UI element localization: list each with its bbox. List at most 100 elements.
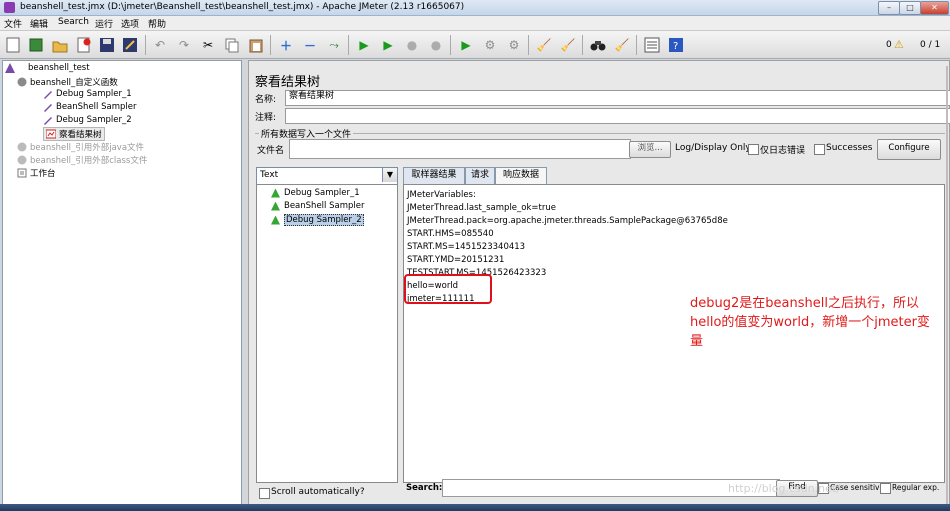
search-binoculars-icon[interactable] (588, 35, 608, 55)
success-icon (271, 201, 280, 211)
thread-group-icon (17, 155, 27, 165)
name-field[interactable]: 察看结果树 (285, 90, 950, 106)
close-file-icon[interactable] (74, 35, 94, 55)
page-title: 察看结果树 (255, 75, 321, 90)
tree-node-debug-sampler-2[interactable]: Debug Sampler_2 (43, 115, 132, 125)
toolbar-separator (582, 35, 583, 55)
minimize-button[interactable]: – (878, 1, 900, 15)
successes-checkbox[interactable] (814, 144, 825, 155)
templates-icon[interactable] (26, 35, 46, 55)
tree-node-test-plan[interactable]: beanshell_test (5, 63, 90, 73)
tree-node-view-results-tree[interactable]: 察看结果树 (43, 127, 105, 141)
comment-field[interactable] (285, 108, 950, 124)
tree-node-debug-sampler-1[interactable]: Debug Sampler_1 (43, 89, 132, 99)
clear-icon[interactable]: 🧹 (534, 35, 554, 55)
result-item-debug-sampler-2[interactable]: Debug Sampler_2 (271, 214, 364, 226)
svg-text:?: ? (673, 41, 678, 52)
cut-icon[interactable]: ✂ (198, 35, 218, 55)
response-line: JMeterVariables: (407, 190, 476, 200)
close-button[interactable]: ✕ (920, 1, 949, 15)
thread-group-icon (17, 142, 27, 152)
filename-label: 文件名 (257, 146, 285, 156)
watermark: http://blog.csdn.net/ (728, 482, 840, 495)
regex-checkbox[interactable] (880, 483, 891, 494)
tree-node-beanshell-sampler[interactable]: BeanShell Sampler (43, 102, 136, 112)
errors-only-checkbox[interactable] (748, 144, 759, 155)
new-icon[interactable] (3, 35, 23, 55)
tree-node-thread-group-java[interactable]: beanshell_引用外部java文件 (17, 141, 144, 153)
stop-icon[interactable]: ● (402, 35, 422, 55)
toolbar-separator (145, 35, 146, 55)
expand-all-icon[interactable]: ＋ (276, 35, 296, 55)
scroll-auto-checkbox[interactable] (259, 488, 270, 499)
remote-shutdown-icon[interactable]: ⚙ (504, 35, 524, 55)
open-icon[interactable] (50, 35, 70, 55)
chevron-down-icon[interactable]: ▼ (382, 168, 397, 182)
browse-button[interactable]: 浏览... (629, 141, 671, 158)
toolbar-separator (528, 35, 529, 55)
menu-edit[interactable]: 编辑 (30, 17, 48, 30)
function-helper-icon[interactable] (642, 35, 662, 55)
tab-request[interactable]: 请求 (465, 167, 495, 184)
reset-search-icon[interactable]: 🧹 (612, 35, 632, 55)
group-border (255, 133, 945, 134)
result-item-beanshell-sampler[interactable]: BeanShell Sampler (271, 201, 364, 211)
scroll-auto-label: Scroll automatically? (271, 487, 365, 497)
shutdown-icon[interactable]: ● (426, 35, 446, 55)
taskbar (0, 504, 950, 511)
redo-icon[interactable]: ↷ (174, 35, 194, 55)
tab-response-data[interactable]: 响应数据 (495, 167, 547, 185)
toolbar-separator (348, 35, 349, 55)
toggle-icon[interactable]: ⤳ (324, 35, 344, 55)
sampler-pencil-icon (43, 89, 53, 99)
successes-label: Successes (826, 143, 873, 153)
jmeter-feather-icon (4, 2, 15, 13)
success-icon (271, 215, 280, 225)
clear-all-icon[interactable]: 🧹 (558, 35, 578, 55)
response-data-pane[interactable]: JMeterVariables: JMeterThread.last_sampl… (403, 184, 945, 483)
tree-node-workbench[interactable]: 工作台 (17, 167, 56, 179)
errors-only-label: 仅日志错误 (760, 146, 806, 156)
menu-run[interactable]: 运行 (95, 17, 113, 30)
undo-icon[interactable]: ↶ (150, 35, 170, 55)
help-icon[interactable]: ? (666, 35, 686, 55)
menu-search[interactable]: Search (58, 17, 89, 27)
test-plan-tree: beanshell_test beanshell_自定义函数 Debug Sam… (2, 60, 242, 511)
window-title: beanshell_test.jmx (D:\jmeter\Beanshell_… (20, 2, 465, 12)
search-label: Search: (406, 483, 443, 493)
regex-label: Regular exp. (892, 483, 940, 492)
sampler-pencil-icon (43, 102, 53, 112)
maximize-button[interactable]: □ (899, 1, 921, 15)
test-plan-icon (5, 63, 15, 73)
warning-icon[interactable]: ⚠ (894, 38, 904, 51)
menu-help[interactable]: 帮助 (148, 17, 166, 30)
start-no-pauses-icon[interactable]: ▶ (378, 35, 398, 55)
workbench-icon (17, 168, 27, 178)
sampler-pencil-icon (43, 115, 53, 125)
annotation-text: debug2是在beanshell之后执行，所以hello的值变为world，新… (690, 296, 930, 349)
toolbar: ↶ ↷ ✂ ＋ － ⤳ ▶ ▶ ● ● ▶ ⚙ ⚙ 🧹 🧹 🧹 ? 0 ⚠ 0 … (0, 31, 950, 59)
response-line: START.MS=1451523340413 (407, 242, 526, 252)
copy-icon[interactable] (222, 35, 242, 55)
configure-button[interactable]: Configure (877, 139, 941, 160)
start-icon[interactable]: ▶ (354, 35, 374, 55)
remote-stop-icon[interactable]: ⚙ (480, 35, 500, 55)
paste-icon[interactable] (246, 35, 266, 55)
save-icon[interactable] (97, 35, 117, 55)
result-tabs: 取样器结果 请求 响应数据 (403, 167, 943, 185)
scrollbar[interactable] (946, 66, 948, 506)
active-thread-count: 0 / 1 (920, 40, 941, 50)
collapse-all-icon[interactable]: － (300, 35, 320, 55)
remote-start-icon[interactable]: ▶ (456, 35, 476, 55)
result-item-debug-sampler-1[interactable]: Debug Sampler_1 (271, 188, 360, 198)
renderer-select[interactable]: Text ▼ (256, 167, 398, 185)
response-line: START.HMS=085540 (407, 229, 494, 239)
menu-file[interactable]: 文件 (4, 17, 22, 30)
tree-node-thread-group[interactable]: beanshell_自定义函数 (17, 76, 118, 88)
menu-options[interactable]: 选项 (121, 17, 139, 30)
tab-sampler-result[interactable]: 取样器结果 (403, 167, 465, 184)
success-icon (271, 188, 280, 198)
filename-input[interactable] (289, 139, 631, 159)
save-screenshot-icon[interactable] (120, 35, 140, 55)
tree-node-thread-group-class[interactable]: beanshell_引用外部class文件 (17, 154, 147, 166)
